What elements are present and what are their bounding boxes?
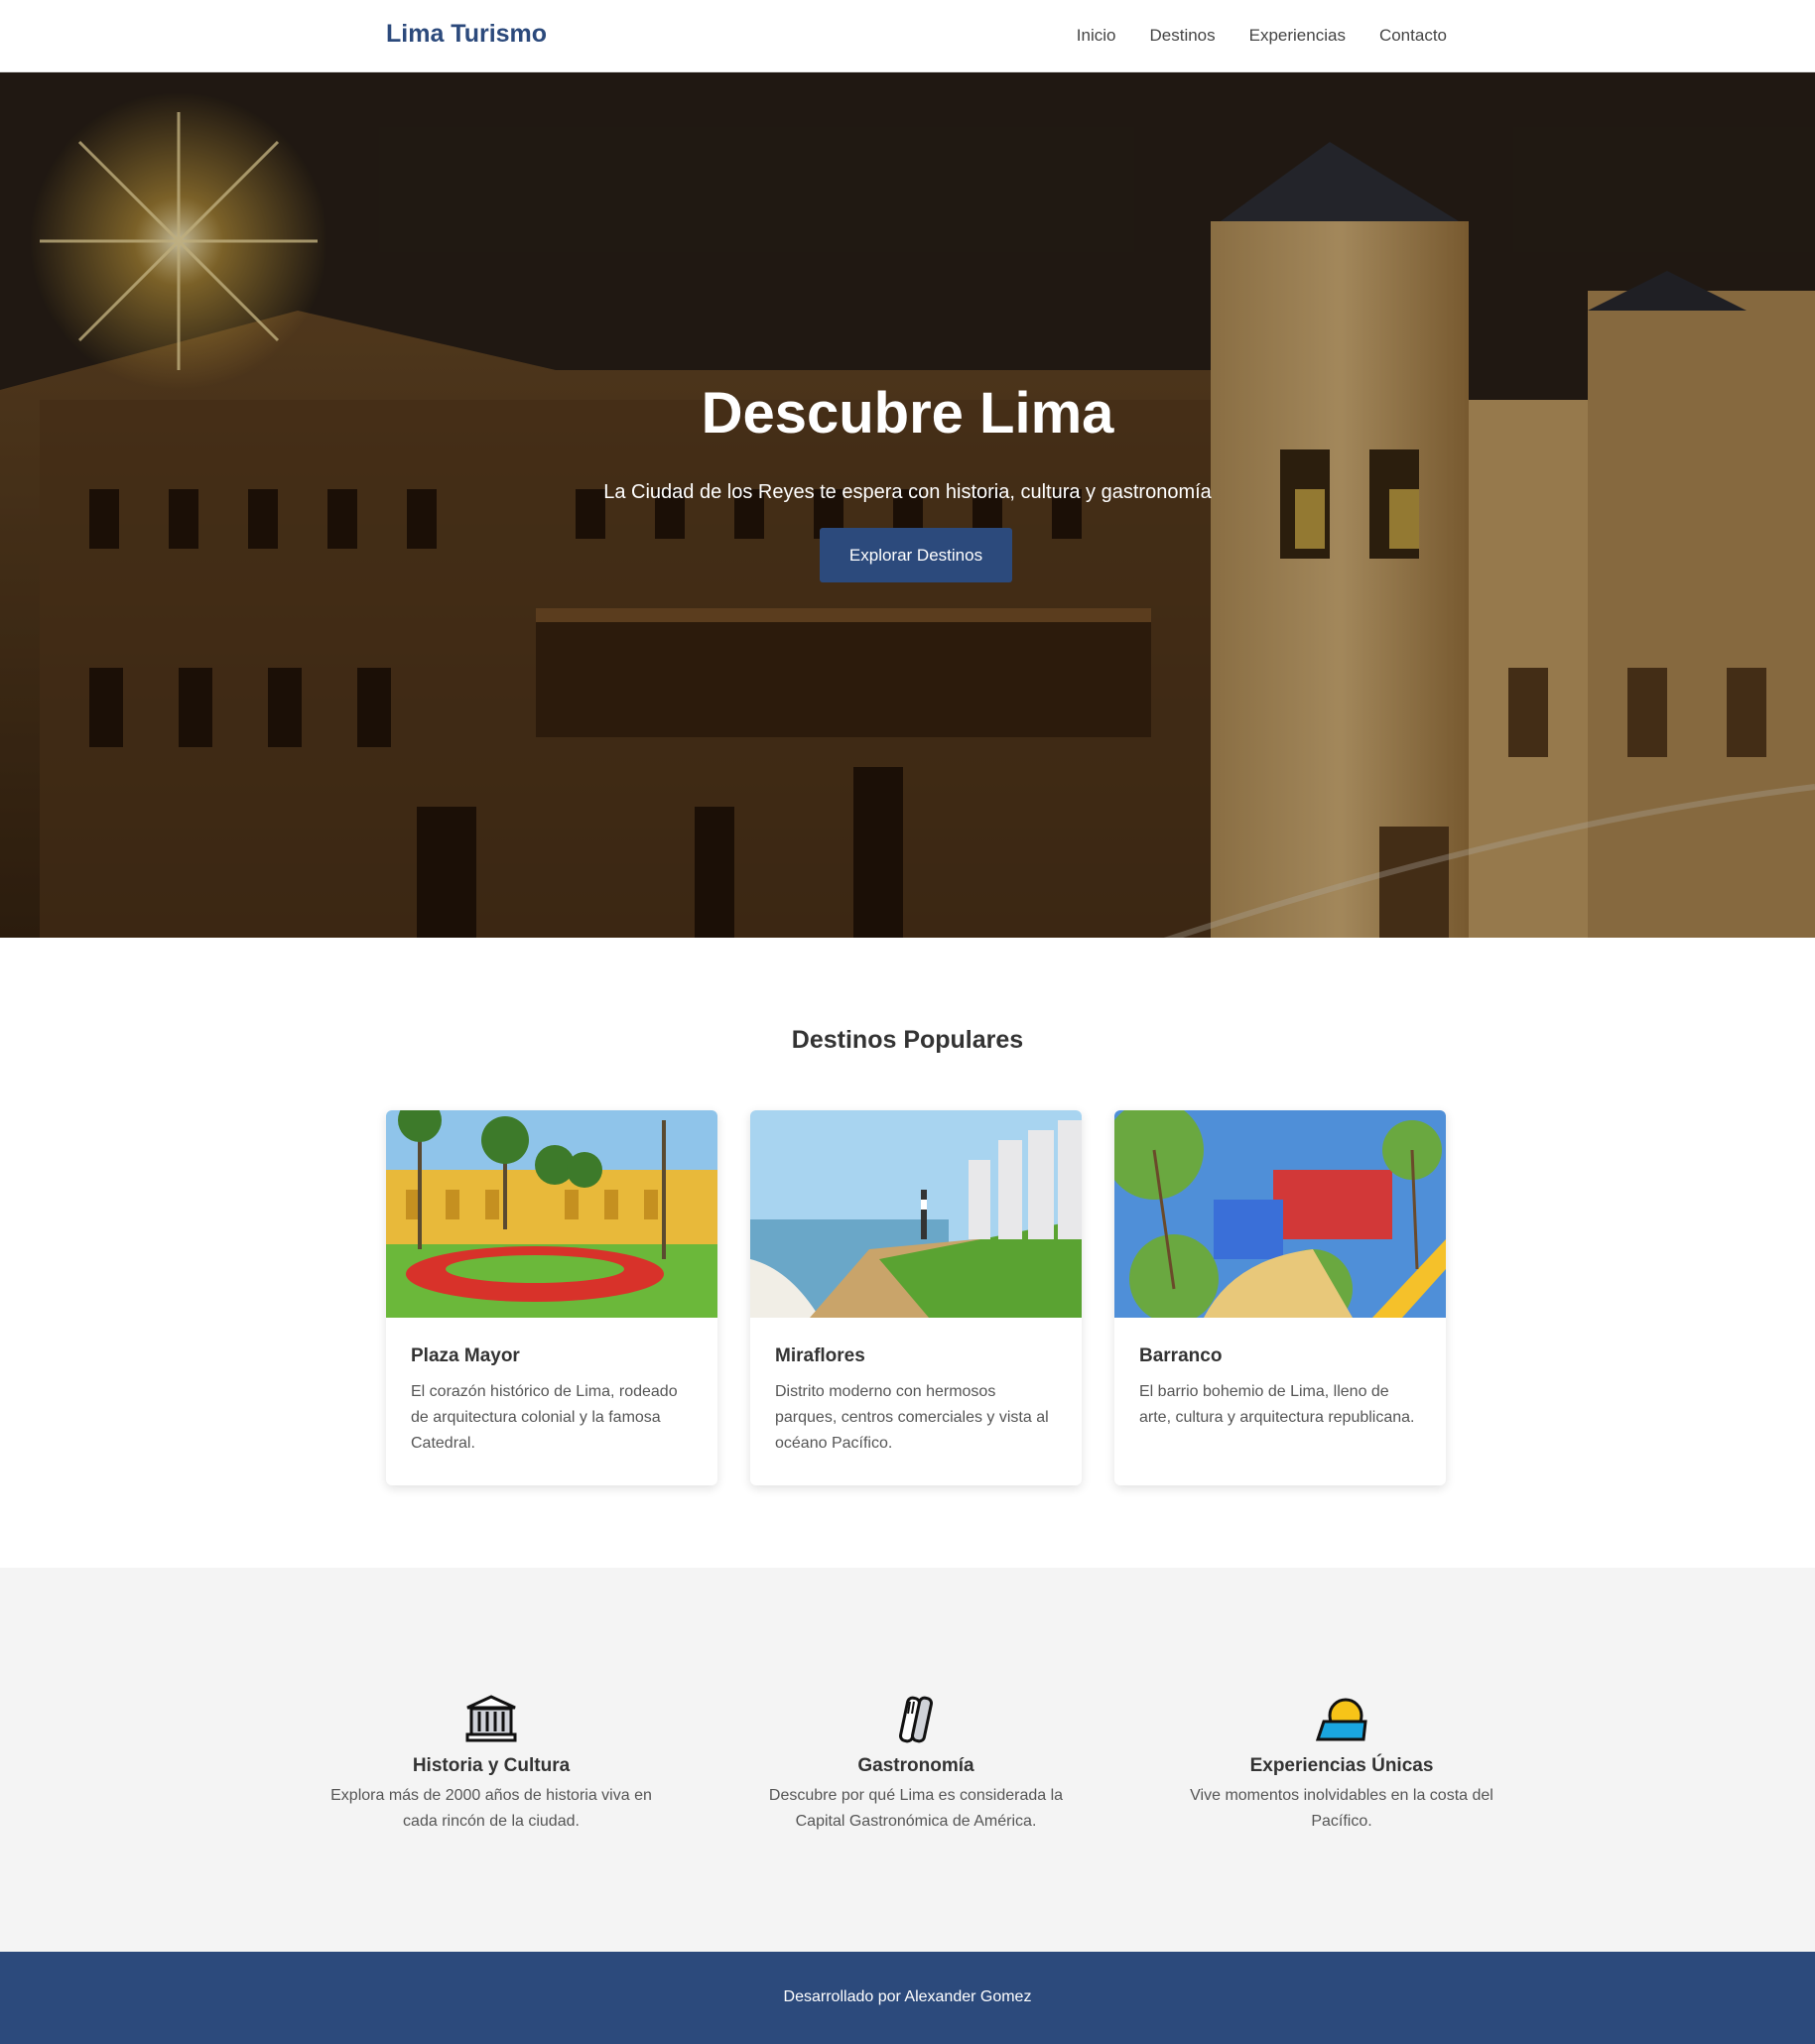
card-text: El corazón histórico de Lima, rodeado de…: [411, 1383, 678, 1452]
plaza-mayor-image: [386, 1110, 717, 1318]
card-title: Plaza Mayor: [411, 1345, 520, 1366]
destination-card-plaza-mayor[interactable]: Plaza Mayor El corazón histórico de Lima…: [386, 1110, 717, 1485]
feature-text: Vive momentos inolvidables en la costa d…: [1190, 1787, 1493, 1830]
nav-link-inicio[interactable]: Inicio: [1077, 26, 1116, 46]
nav-link-experiencias[interactable]: Experiencias: [1249, 26, 1346, 46]
site-logo[interactable]: Lima Turismo: [386, 20, 547, 49]
feature-title: Historia y Cultura: [412, 1755, 571, 1776]
barranco-image: [1114, 1110, 1446, 1318]
hero-subtitle: La Ciudad de los Reyes te espera con his…: [603, 481, 1212, 503]
features-section: Historia y Cultura Explora más de 2000 a…: [0, 1568, 1815, 1952]
destinations-section-title: Destinos Populares: [791, 1026, 1024, 1054]
feature-historia: Historia y Cultura Explora más de 2000 a…: [327, 1694, 655, 1835]
feature-gastronomia: Gastronomía Descubre por qué Lima es con…: [752, 1694, 1080, 1835]
card-title: Barranco: [1139, 1345, 1223, 1366]
nav-link-destinos[interactable]: Destinos: [1149, 26, 1215, 46]
hero-title: Descubre Lima: [701, 381, 1114, 446]
feature-text: Descubre por qué Lima es considerada la …: [768, 1787, 1064, 1830]
classical-building-icon: [327, 1694, 655, 1747]
explore-destinations-button[interactable]: Explorar Destinos: [820, 528, 1012, 582]
main-nav: Inicio Destinos Experiencias Contacto: [1077, 26, 1447, 46]
feature-text: Explora más de 2000 años de historia viv…: [330, 1787, 652, 1830]
footer-credit: Desarrollado por Alexander Gomez: [783, 1988, 1032, 2005]
feature-title: Experiencias Únicas: [1249, 1755, 1434, 1776]
feature-title: Gastronomía: [857, 1755, 974, 1776]
hero-section: Descubre Lima La Ciudad de los Reyes te …: [0, 72, 1815, 938]
feature-experiencias: Experiencias Únicas Vive momentos inolvi…: [1178, 1694, 1505, 1835]
fork-knife-icon: [752, 1694, 1080, 1747]
site-header: Lima Turismo Inicio Destinos Experiencia…: [0, 0, 1815, 72]
destination-card-miraflores[interactable]: Miraflores Distrito moderno con hermosos…: [750, 1110, 1082, 1485]
sunset-sea-icon: [1178, 1694, 1505, 1747]
nav-link-contacto[interactable]: Contacto: [1379, 26, 1447, 46]
miraflores-image: [750, 1110, 1082, 1318]
destination-card-barranco[interactable]: Barranco El barrio bohemio de Lima, llen…: [1114, 1110, 1446, 1485]
hero-overlay: [0, 72, 1815, 938]
site-footer: Desarrollado por Alexander Gomez: [0, 1952, 1815, 2044]
card-title: Miraflores: [775, 1345, 865, 1366]
card-text: El barrio bohemio de Lima, lleno de arte…: [1139, 1383, 1415, 1426]
card-text: Distrito moderno con hermosos parques, c…: [775, 1383, 1049, 1452]
